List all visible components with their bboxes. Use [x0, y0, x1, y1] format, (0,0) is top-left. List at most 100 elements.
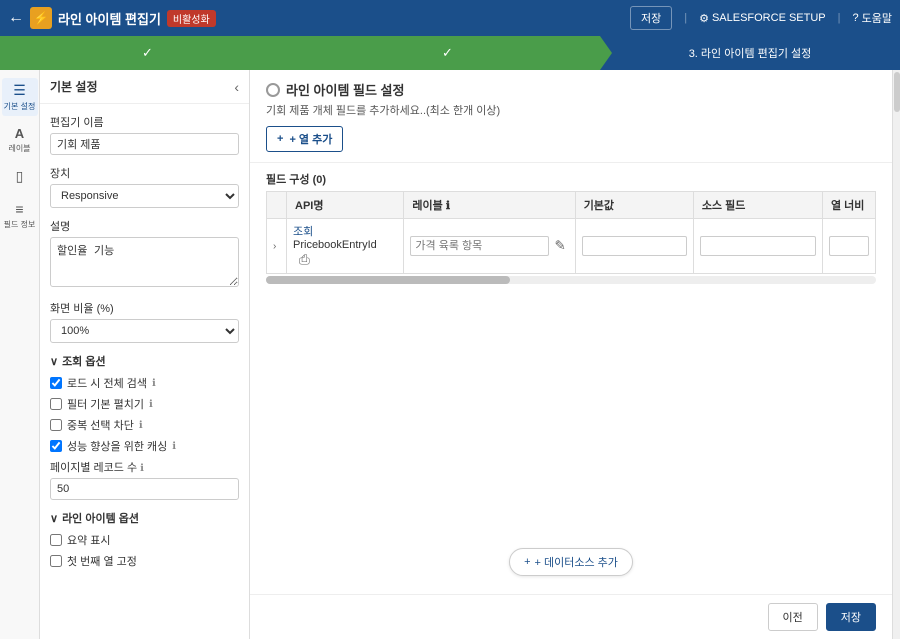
add-col-plus-icon: +	[277, 133, 283, 145]
preload-row: 로드 시 전체 검색 ℹ	[50, 375, 239, 391]
sidebar-item-component[interactable]: ▯	[2, 164, 38, 191]
back-button[interactable]: ←	[8, 9, 24, 27]
row-default-input[interactable]	[582, 236, 687, 256]
dup-block-label: 중복 선택 차단	[67, 417, 134, 433]
perf-cache-info-icon: ℹ	[172, 441, 176, 452]
filter-default-info-icon: ℹ	[149, 399, 153, 410]
fix-first-col-checkbox[interactable]	[50, 555, 62, 567]
preload-label: 로드 시 전체 검색	[67, 375, 147, 391]
horizontal-scroll-thumb	[266, 276, 510, 284]
add-column-button[interactable]: + + 열 추가	[266, 126, 343, 152]
save-button-bottom[interactable]: 저장	[826, 603, 876, 631]
show-summary-label: 요약 표시	[67, 532, 111, 548]
left-panel-body: 편집기 이름 장치 Responsive Desktop Mobile 설명 할…	[40, 104, 249, 639]
step-bar: ✓ ✓ 3. 라인 아이템 편집기 설정	[0, 36, 900, 70]
show-summary-row: 요약 표시	[50, 532, 239, 548]
sidebar-item-label-label: 레이블	[8, 143, 30, 154]
save-button-top[interactable]: 저장	[630, 6, 672, 30]
right-content: 라인 아이템 필드 설정 기회 제품 개체 필드를 추가하세요..(최소 한개 …	[250, 70, 892, 639]
th-label: 레이블 ℹ	[404, 192, 575, 219]
add-datasource-icon: +	[524, 556, 530, 568]
screen-ratio-select[interactable]: 100% 75% 50%	[50, 319, 239, 343]
row-copy-button[interactable]: ⎙	[296, 251, 313, 269]
content-header: 라인 아이템 필드 설정 기회 제품 개체 필드를 추가하세요..(최소 한개 …	[250, 70, 892, 163]
row-width-cell	[822, 219, 875, 274]
line-item-section: ∨ 라인 아이템 옵션 요약 표시 첫 번째 열 고정	[50, 510, 239, 569]
label-icon: A	[15, 126, 24, 141]
help-icon: ?	[853, 12, 859, 24]
sidebar-item-basic-label: 기본 설정	[4, 101, 36, 112]
description-label: 설명	[50, 218, 239, 234]
left-panel-title: 기본 설정	[50, 78, 98, 95]
left-panel-header: 기본 설정 ‹	[40, 70, 249, 104]
row-expand-button[interactable]: ›	[273, 241, 276, 252]
table-header-row: API명 레이블 ℹ 기본값 소스 필드 열 너비	[267, 192, 876, 219]
lookup-section-toggle[interactable]: ∨ 조회 옵션	[50, 353, 239, 369]
row-expand-cell: ›	[267, 219, 287, 274]
row-default-cell	[575, 219, 693, 274]
perf-cache-row: 성능 향상을 위한 캐싱 ℹ	[50, 438, 239, 454]
lookup-section: ∨ 조회 옵션 로드 시 전체 검색 ℹ 필터 기본 펼치기 ℹ 중복 선택 차…	[50, 353, 239, 500]
preload-checkbox[interactable]	[50, 377, 62, 389]
screen-ratio-group: 화면 비율 (%) 100% 75% 50%	[50, 300, 239, 343]
add-datasource-button[interactable]: + + 데이터소스 추가	[509, 548, 633, 576]
filter-default-label: 필터 기본 펼치기	[67, 396, 144, 412]
th-source: 소스 필드	[693, 192, 822, 219]
filter-default-row: 필터 기본 펼치기 ℹ	[50, 396, 239, 412]
filter-default-checkbox[interactable]	[50, 398, 62, 410]
help-button[interactable]: ? 도움말	[853, 10, 893, 26]
row-api-link[interactable]: 조회	[293, 226, 313, 238]
table-row: › 조회 PricebookEntryId ⎙ ✎	[267, 219, 876, 274]
screen-ratio-label: 화면 비율 (%)	[50, 300, 239, 316]
device-label: 장치	[50, 165, 239, 181]
editor-name-group: 편집기 이름	[50, 114, 239, 155]
row-source-cell	[693, 219, 822, 274]
sidebar-item-basic[interactable]: ☰ 기본 설정	[2, 78, 38, 116]
perf-cache-label: 성능 향상을 위한 캐싱	[67, 438, 167, 454]
row-label-cell: ✎	[404, 219, 575, 274]
status-badge: 비활성화	[167, 10, 216, 27]
row-label-edit-button[interactable]: ✎	[552, 237, 569, 255]
datasource-center: + + 데이터소스 추가	[266, 530, 876, 594]
collapse-button[interactable]: ‹	[234, 79, 239, 95]
th-expand	[267, 192, 287, 219]
setup-button[interactable]: ⚙ SALESFORCE SETUP	[699, 12, 826, 25]
setup-icon: ⚙	[699, 12, 709, 25]
horizontal-scroll[interactable]	[266, 276, 876, 284]
content-body: 필드 구성 (0) API명 레이블 ℹ 기본값 소스 필드 열 너비	[250, 163, 892, 594]
row-source-input[interactable]	[700, 236, 816, 256]
sidebar-item-field[interactable]: ≡ 필드 정보	[2, 197, 38, 234]
th-default: 기본값	[575, 192, 693, 219]
page-record-input[interactable]	[50, 478, 239, 500]
show-summary-checkbox[interactable]	[50, 534, 62, 546]
description-textarea[interactable]: 할인율 기능	[50, 237, 239, 287]
device-select[interactable]: Responsive Desktop Mobile	[50, 184, 239, 208]
row-width-input[interactable]	[829, 236, 869, 256]
step-1: ✓	[0, 36, 300, 70]
basic-settings-icon: ☰	[13, 82, 26, 99]
dup-block-row: 중복 선택 차단 ℹ	[50, 417, 239, 433]
right-scrollbar[interactable]	[892, 70, 900, 639]
table-area: API명 레이블 ℹ 기본값 소스 필드 열 너비 ›	[266, 191, 876, 530]
step-2: ✓	[300, 36, 600, 70]
page-record-info-icon: ℹ	[140, 463, 144, 474]
app-icon: ⚡	[30, 7, 52, 29]
page-title: 라인 아이템 편집기	[58, 9, 161, 28]
line-item-section-toggle[interactable]: ∨ 라인 아이템 옵션	[50, 510, 239, 526]
lookup-section-title: 조회 옵션	[62, 353, 106, 369]
prev-button[interactable]: 이전	[768, 603, 818, 631]
dup-block-checkbox[interactable]	[50, 419, 62, 431]
perf-cache-checkbox[interactable]	[50, 440, 62, 452]
field-icon: ≡	[15, 201, 23, 217]
step-1-check: ✓	[142, 45, 153, 61]
description-group: 설명 할인율 기능	[50, 218, 239, 290]
config-table: API명 레이블 ℹ 기본값 소스 필드 열 너비 ›	[266, 191, 876, 274]
row-label-input[interactable]	[410, 236, 548, 256]
editor-name-input[interactable]	[50, 133, 239, 155]
step-3-label: 3. 라인 아이템 편집기 설정	[689, 45, 812, 61]
editor-name-label: 편집기 이름	[50, 114, 239, 130]
left-panel: 기본 설정 ‹ 편집기 이름 장치 Responsive Desktop Mob…	[40, 70, 250, 639]
step-2-check: ✓	[442, 45, 453, 61]
sidebar-item-label[interactable]: A 레이블	[2, 122, 38, 158]
row-api-cell: 조회 PricebookEntryId ⎙	[287, 219, 404, 274]
